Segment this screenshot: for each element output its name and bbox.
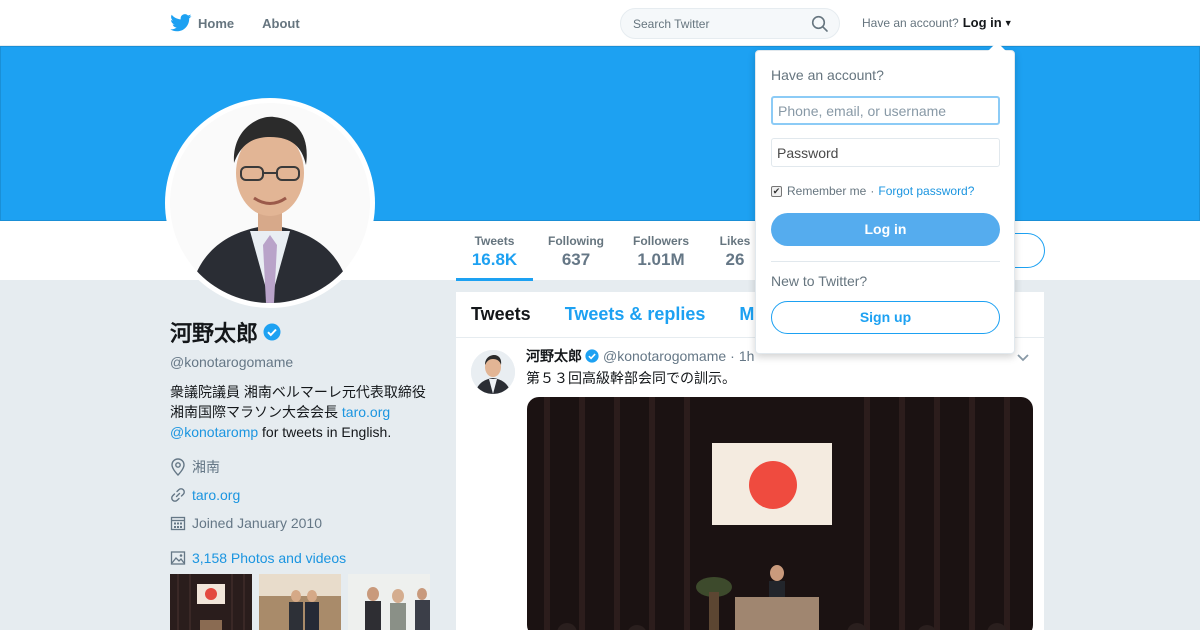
login-dropdown: Have an account? ✔ Remember me · Forgot …: [755, 42, 1015, 354]
top-navigation-bar: Home About Have an account? Log in ▼: [0, 0, 1200, 46]
bio-line-1: 衆議院議員 湘南ベルマーレ元代表取締役: [170, 384, 426, 400]
media-thumbnail[interactable]: [348, 574, 430, 630]
stat-following-value: 637: [561, 250, 591, 269]
profile-bio: 衆議院議員 湘南ベルマーレ元代表取締役 湘南国際マラソン大会会長 taro.or…: [170, 382, 440, 442]
profile-handle[interactable]: @konotarogomame: [170, 354, 440, 370]
account-prompt: Have an account?: [862, 15, 959, 30]
remember-label[interactable]: Remember me: [787, 184, 866, 198]
stat-tweets-label: Tweets: [474, 234, 515, 248]
signup-button[interactable]: Sign up: [771, 301, 1000, 334]
bio-tail-text: for tweets in English.: [258, 424, 392, 440]
tweet-timestamp[interactable]: 1h: [739, 348, 755, 364]
tweet-avatar[interactable]: [471, 350, 515, 394]
media-thumbnail[interactable]: [170, 574, 252, 630]
tweet-media-image[interactable]: [527, 397, 1033, 630]
bio-mention-link[interactable]: @konotaromp: [170, 424, 258, 440]
tweet-text: 第５３回高級幹部会同での訓示。: [526, 370, 736, 386]
dropdown-arrow: [988, 42, 1006, 51]
nav-home-label: Home: [198, 15, 235, 31]
stat-tweets[interactable]: Tweets 16.8K: [456, 221, 533, 281]
forgot-password-link[interactable]: Forgot password?: [878, 184, 974, 198]
login-button[interactable]: Log in: [771, 213, 1000, 246]
tab-tweets-replies[interactable]: Tweets & replies: [565, 304, 706, 325]
chevron-down-icon: [1017, 354, 1029, 362]
profile-website: taro.org: [170, 486, 440, 504]
stat-tweets-value: 16.8K: [471, 250, 518, 269]
media-thumbnail[interactable]: [259, 574, 341, 630]
nav-about[interactable]: About: [262, 16, 300, 31]
search-input[interactable]: [633, 16, 803, 31]
password-field[interactable]: [771, 138, 1000, 167]
stat-likes[interactable]: Likes 26: [712, 221, 758, 281]
search-icon[interactable]: [811, 15, 829, 33]
bio-line-3: @konotaromp for tweets in English.: [170, 422, 440, 442]
media-thumbnails: [170, 574, 440, 630]
verified-icon: [263, 323, 281, 341]
photo-icon: [170, 551, 186, 565]
profile-name-row: 河野太郎: [170, 316, 440, 348]
bio-line-2: 湘南国際マラソン大会会長 taro.org: [170, 402, 440, 422]
dropdown-title: Have an account?: [771, 67, 884, 83]
stat-following-label: Following: [548, 234, 604, 248]
account-area: Have an account? Log in ▼: [862, 15, 1013, 30]
tab-media[interactable]: M: [739, 304, 754, 325]
nav-about-label: About: [262, 15, 300, 31]
profile-joined: Joined January 2010: [170, 514, 440, 532]
verified-icon: [585, 349, 599, 363]
tweet-author-handle[interactable]: @konotarogomame: [603, 348, 726, 364]
tweet-header: 河野太郎 @konotarogomame · 1h: [526, 346, 754, 366]
remember-row: ✔ Remember me · Forgot password?: [771, 184, 974, 198]
stat-followers-value: 1.01M: [637, 250, 685, 269]
stat-likes-label: Likes: [719, 234, 751, 248]
dropdown-divider: [771, 261, 1000, 262]
calendar-icon: [170, 516, 186, 531]
profile-name[interactable]: 河野太郎: [170, 316, 258, 348]
profile-card: 河野太郎 @konotarogomame 衆議院議員 湘南ベルマーレ元代表取締役…: [170, 316, 440, 630]
location-icon: [171, 458, 185, 476]
website-link[interactable]: taro.org: [192, 487, 240, 503]
tab-tweets[interactable]: Tweets: [471, 304, 531, 325]
remember-separator: ·: [870, 184, 875, 198]
tweet-author-name[interactable]: 河野太郎: [526, 346, 582, 366]
avatar-photo: [170, 103, 370, 303]
tweet-menu-button[interactable]: [1016, 350, 1030, 368]
search-box[interactable]: [620, 8, 840, 39]
tweet-separator: ·: [730, 348, 735, 364]
location-text: 湘南: [192, 459, 220, 475]
login-dropdown-toggle[interactable]: Log in: [963, 15, 1002, 30]
bio-line-2-text: 湘南国際マラソン大会会長: [170, 404, 338, 420]
username-field[interactable]: [771, 96, 1000, 125]
stat-following[interactable]: Following 637: [540, 221, 612, 281]
stat-followers[interactable]: Followers 1.01M: [626, 221, 696, 281]
nav-left: Home About: [170, 0, 328, 46]
nav-home[interactable]: Home: [170, 14, 234, 32]
new-to-twitter-text: New to Twitter?: [771, 273, 868, 289]
stat-followers-label: Followers: [632, 234, 689, 248]
photos-videos-link[interactable]: 3,158 Photos and videos: [170, 550, 440, 566]
profile-location: 湘南: [170, 458, 440, 476]
link-icon: [171, 488, 185, 502]
chevron-down-icon[interactable]: ▼: [1004, 18, 1013, 28]
profile-avatar[interactable]: [165, 98, 375, 308]
stat-likes-value: 26: [725, 250, 745, 269]
photos-videos-text: 3,158 Photos and videos: [192, 550, 347, 566]
joined-text: Joined January 2010: [192, 515, 322, 531]
remember-checkbox[interactable]: ✔: [771, 185, 782, 197]
twitter-bird-icon: [170, 14, 192, 32]
bio-link[interactable]: taro.org: [342, 404, 390, 420]
